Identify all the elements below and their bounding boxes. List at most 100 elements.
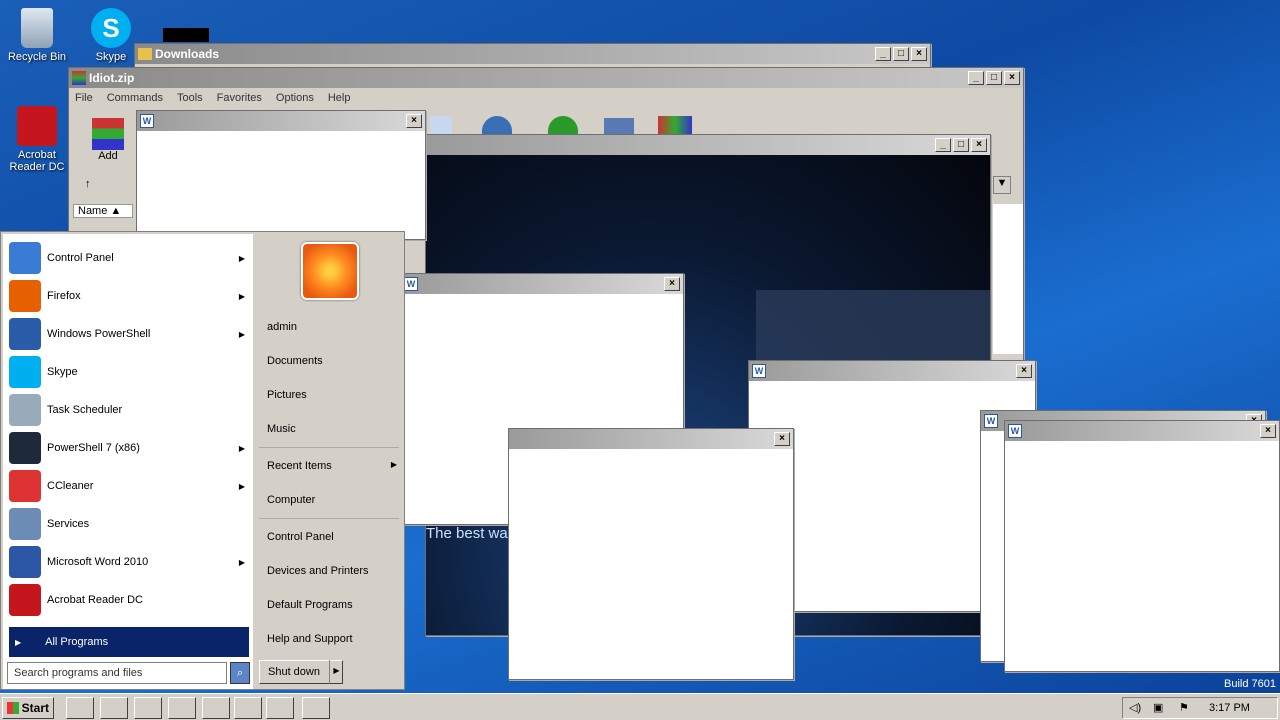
search-placeholder: Search programs and files — [14, 667, 143, 679]
chevron-right-icon: ▶ — [238, 253, 245, 263]
comment-icon[interactable] — [604, 118, 634, 134]
media-center-icon[interactable] — [302, 697, 330, 719]
computer-link[interactable]: Computer — [267, 494, 315, 506]
word-icon — [9, 546, 41, 578]
program-item[interactable]: Acrobat Reader DC — [9, 582, 249, 618]
word-icon[interactable] — [266, 697, 294, 719]
close-button[interactable]: × — [1004, 71, 1020, 85]
popup-window[interactable]: × — [508, 428, 794, 680]
desktop-icon-acrobat[interactable]: Acrobat Reader DC — [0, 106, 74, 173]
close-button[interactable]: × — [911, 47, 927, 61]
search-icon[interactable]: ⌕ — [230, 662, 250, 684]
sfx-icon[interactable] — [658, 116, 692, 134]
desktop-icon-recycle-bin[interactable]: Recycle Bin — [0, 8, 74, 63]
menu-help[interactable]: Help — [328, 92, 351, 104]
default-programs-link[interactable]: Default Programs — [267, 599, 353, 611]
acrobat-icon — [17, 106, 57, 146]
add-button[interactable]: Add — [89, 118, 127, 162]
minimize-button[interactable]: _ — [968, 71, 984, 85]
search-input[interactable]: Search programs and files — [7, 662, 227, 684]
explorer-icon[interactable] — [100, 697, 128, 719]
program-label: Task Scheduler — [47, 404, 123, 416]
chevron-right-icon: ▶ — [390, 460, 397, 469]
close-button[interactable]: × — [1016, 364, 1032, 378]
network-icon[interactable]: ▣ — [1153, 701, 1163, 714]
program-item[interactable]: Windows PowerShell ▶ — [9, 316, 249, 352]
menu-commands[interactable]: Commands — [107, 92, 163, 104]
popup-window[interactable]: W× — [136, 110, 426, 240]
system-tray: ◁) ▣ ⚑ 3:17 PM — [1122, 697, 1278, 719]
maximize-button[interactable]: □ — [986, 71, 1002, 85]
program-item[interactable]: Task Scheduler — [9, 392, 249, 428]
clock[interactable]: 3:17 PM — [1209, 702, 1250, 714]
close-button[interactable]: × — [406, 114, 422, 128]
name-column-header[interactable]: Name ▲ — [73, 204, 133, 218]
close-button[interactable]: × — [774, 432, 790, 446]
separator — [259, 447, 399, 448]
menu-tools[interactable]: Tools — [177, 92, 203, 104]
maximize-button[interactable]: □ — [893, 47, 909, 61]
winrar-icon[interactable] — [234, 697, 262, 719]
all-programs-button[interactable]: ▶ All Programs — [9, 627, 249, 657]
user-link[interactable]: admin — [267, 321, 297, 333]
info-icon[interactable] — [482, 116, 512, 134]
desktop-icon-label: Acrobat Reader DC — [9, 149, 65, 173]
skype-icon — [9, 356, 41, 388]
close-button[interactable]: × — [664, 277, 680, 291]
menu-file[interactable]: File — [75, 92, 93, 104]
media-player-icon[interactable] — [134, 697, 162, 719]
control-panel-link[interactable]: Control Panel — [267, 531, 334, 543]
windows-logo-icon — [7, 702, 19, 714]
up-arrow-icon[interactable]: ↑ — [85, 178, 91, 190]
program-item[interactable]: Microsoft Word 2010 ▶ — [9, 544, 249, 580]
flag-icon[interactable]: ⚑ — [1179, 701, 1189, 714]
volume-icon[interactable]: ◁) — [1129, 701, 1141, 714]
shutdown-options-arrow[interactable]: ▶ — [329, 660, 343, 684]
minimize-button[interactable]: _ — [875, 47, 891, 61]
devices-printers-link[interactable]: Devices and Printers — [267, 565, 369, 577]
ie-icon[interactable] — [66, 697, 94, 719]
program-item[interactable]: Firefox ▶ — [9, 278, 249, 314]
maximize-button[interactable]: □ — [953, 138, 969, 152]
document-icon: W — [1008, 424, 1022, 438]
program-label: Microsoft Word 2010 — [47, 556, 149, 568]
program-label: Control Panel — [47, 252, 114, 264]
close-button[interactable]: × — [1260, 424, 1276, 438]
edge-icon[interactable] — [202, 697, 230, 719]
dropdown-arrow[interactable]: ▼ — [993, 176, 1011, 194]
clock-icon — [9, 394, 41, 426]
music-link[interactable]: Music — [267, 423, 296, 435]
winrar-icon — [72, 71, 86, 85]
minimize-button[interactable]: _ — [935, 138, 951, 152]
repair-icon[interactable] — [548, 116, 578, 134]
watermark: ANY RUN — [1040, 615, 1254, 664]
close-button[interactable]: × — [971, 138, 987, 152]
folder-icon — [138, 48, 152, 60]
menu-favorites[interactable]: Favorites — [217, 92, 262, 104]
program-item[interactable]: PowerShell 7 (x86) ▶ — [9, 430, 249, 466]
all-programs-label: All Programs — [45, 636, 109, 648]
file-list-edge — [993, 204, 1023, 354]
programs-panel: Control Panel ▶ Firefox ▶ Windows PowerShell… — [3, 234, 253, 689]
program-item[interactable]: Control Panel ▶ — [9, 240, 249, 276]
user-avatar[interactable] — [301, 242, 359, 300]
documents-link[interactable]: Documents — [267, 355, 323, 367]
recent-items-link[interactable]: Recent Items ▶ — [267, 460, 397, 472]
separator — [259, 518, 399, 519]
program-item[interactable]: Skype — [9, 354, 249, 390]
program-label: Services — [47, 518, 90, 530]
wizard-icon[interactable] — [430, 116, 452, 134]
pictures-link[interactable]: Pictures — [267, 389, 307, 401]
program-item[interactable]: Services — [9, 506, 249, 542]
add-archive-icon — [92, 118, 124, 150]
program-label: PowerShell 7 (x86) — [47, 442, 140, 454]
skype-icon: S — [91, 8, 131, 48]
program-item[interactable]: CCleaner ▶ — [9, 468, 249, 504]
start-button[interactable]: Start — [2, 697, 54, 719]
menu-options[interactable]: Options — [276, 92, 314, 104]
help-support-link[interactable]: Help and Support — [267, 633, 353, 645]
start-menu[interactable]: Control Panel ▶ Firefox ▶ Windows PowerShell… — [0, 231, 405, 690]
document-icon: W — [984, 414, 998, 428]
program-label: Skype — [47, 366, 78, 378]
chrome-icon[interactable] — [168, 697, 196, 719]
